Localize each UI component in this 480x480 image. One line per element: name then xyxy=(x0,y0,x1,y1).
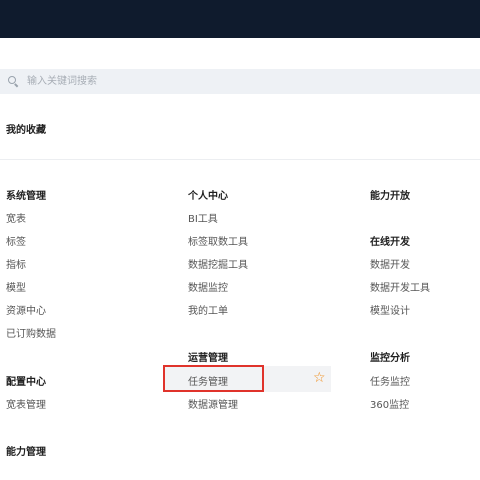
menu-item-data-mining-tool[interactable]: 数据挖掘工具 xyxy=(188,256,248,271)
top-navigation-bar xyxy=(0,0,480,38)
menu-item-model-design[interactable]: 模型设计 xyxy=(370,302,410,317)
menu-item-subscribed-data[interactable]: 已订购数据 xyxy=(6,325,56,340)
menu-item-360-monitor[interactable]: 360监控 xyxy=(370,396,409,411)
menu-item-data-monitor[interactable]: 数据监控 xyxy=(188,279,228,294)
menu-item-task-monitor[interactable]: 任务监控 xyxy=(370,373,410,388)
group-title-ops-mgmt: 运营管理 xyxy=(188,353,228,364)
star-outline-icon[interactable]: ☆ xyxy=(313,371,327,385)
highlight-box xyxy=(163,365,264,392)
menu-item-models[interactable]: 模型 xyxy=(6,279,26,294)
group-title-online-dev: 在线开发 xyxy=(370,237,410,248)
menu-item-data-dev[interactable]: 数据开发 xyxy=(370,256,410,271)
group-title-capability-open: 能力开放 xyxy=(370,191,410,202)
menu-item-resource-center[interactable]: 资源中心 xyxy=(6,302,46,317)
menu-item-data-dev-tool[interactable]: 数据开发工具 xyxy=(370,279,430,294)
menu-item-wide-table-mgmt[interactable]: 宽表管理 xyxy=(6,396,46,411)
search-icon xyxy=(8,75,20,88)
section-divider xyxy=(0,159,480,160)
search-bar[interactable] xyxy=(0,69,480,94)
group-title-capability-mgmt: 能力管理 xyxy=(6,447,46,458)
group-title-config-center: 配置中心 xyxy=(6,377,46,388)
menu-item-metrics[interactable]: 指标 xyxy=(6,256,26,271)
favorites-title: 我的收藏 xyxy=(6,125,46,136)
group-title-personal-center: 个人中心 xyxy=(188,191,228,202)
menu-item-tag-fetch-tool[interactable]: 标签取数工具 xyxy=(188,233,248,248)
menu-item-wide-table[interactable]: 宽表 xyxy=(6,210,26,225)
menu-item-my-tickets[interactable]: 我的工单 xyxy=(188,302,228,317)
group-title-system-mgmt: 系统管理 xyxy=(6,191,46,202)
menu-item-datasource-mgmt[interactable]: 数据源管理 xyxy=(188,396,238,411)
search-input[interactable] xyxy=(25,70,469,93)
group-title-monitor-analysis: 监控分析 xyxy=(370,353,410,364)
menu-item-tags[interactable]: 标签 xyxy=(6,233,26,248)
menu-item-bi-tools[interactable]: BI工具 xyxy=(188,210,218,225)
